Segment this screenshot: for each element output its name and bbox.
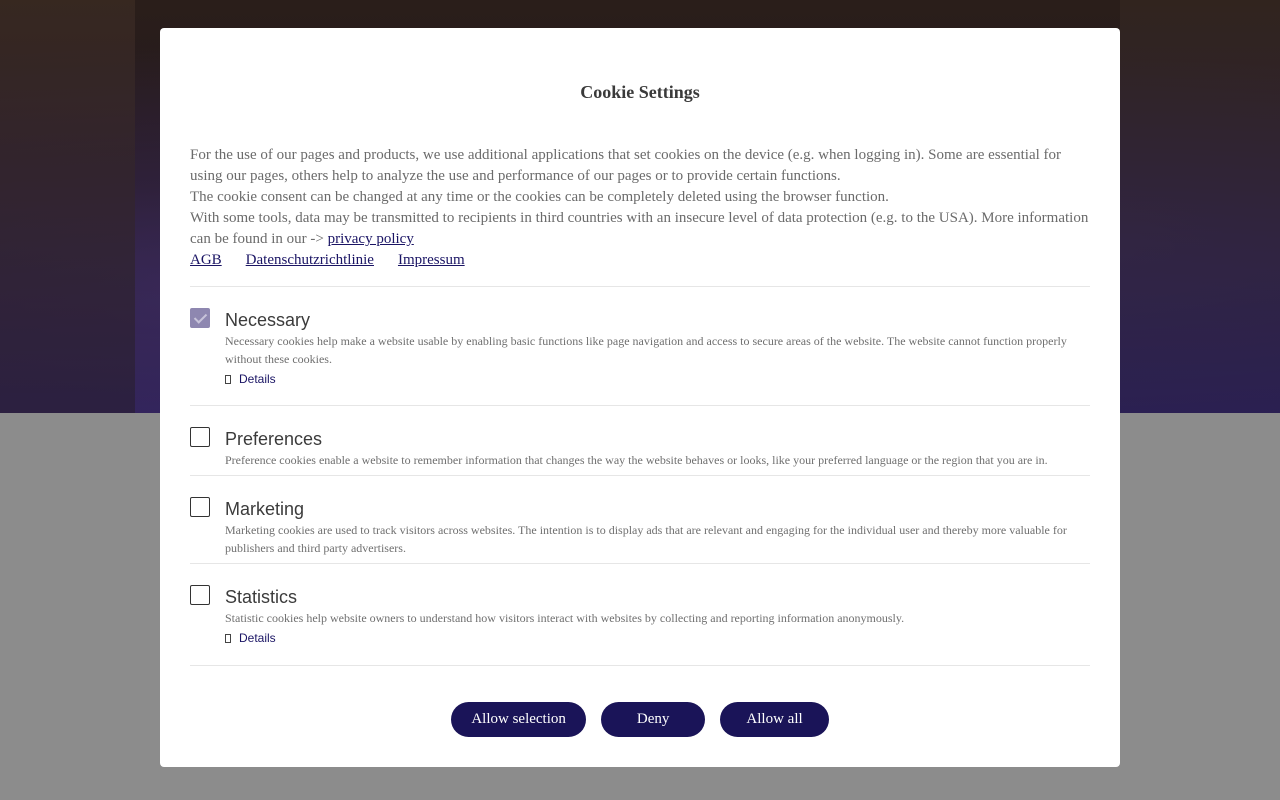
- marketing-checkbox[interactable]: [190, 497, 210, 517]
- section-description: Marketing cookies are used to track visi…: [225, 523, 1067, 555]
- section-title: Marketing: [225, 499, 305, 519]
- section-title: Necessary: [225, 310, 311, 330]
- necessary-checkbox[interactable]: [190, 308, 210, 328]
- section-description: Preference cookies enable a website to r…: [225, 453, 1048, 467]
- section-description: Necessary cookies help make a website us…: [225, 334, 1067, 366]
- button-row: Allow selection Deny Allow all: [160, 702, 1120, 737]
- necessary-details-toggle[interactable]: Details: [225, 372, 1090, 386]
- legal-links: AGB Datenschutzrichtlinie Impressum: [190, 250, 1090, 271]
- divider: [190, 405, 1090, 406]
- intro-paragraph-2: The cookie consent can be changed at any…: [190, 189, 889, 205]
- statistics-details-toggle[interactable]: Details: [225, 631, 1090, 645]
- datenschutz-link[interactable]: Datenschutzrichtlinie: [246, 252, 374, 268]
- intro-paragraph-3-text: With some tools, data may be transmitted…: [190, 210, 1089, 247]
- intro-paragraph-1: For the use of our pages and products, w…: [190, 147, 1062, 184]
- section-statistics: Statistics Statistic cookies help websit…: [190, 585, 1090, 645]
- section-marketing: Marketing Marketing cookies are used to …: [190, 497, 1090, 557]
- details-icon: [225, 633, 231, 643]
- details-label: Details: [239, 372, 276, 386]
- intro-paragraph-3: With some tools, data may be transmitted…: [190, 208, 1090, 250]
- dialog-title: Cookie Settings: [580, 82, 700, 102]
- divider: [190, 665, 1090, 666]
- section-title: Statistics: [225, 587, 298, 607]
- intro-text: For the use of our pages and products, w…: [190, 145, 1090, 250]
- background-shelf-right: [1120, 0, 1280, 413]
- section-description: Statistic cookies help website owners to…: [225, 611, 905, 625]
- statistics-checkbox[interactable]: [190, 585, 210, 605]
- background-shelf-left: [0, 0, 135, 413]
- preferences-checkbox[interactable]: [190, 427, 210, 447]
- impressum-link[interactable]: Impressum: [398, 252, 465, 268]
- divider: [190, 286, 1090, 287]
- cookie-settings-dialog: Cookie Settings For the use of our pages…: [160, 28, 1120, 767]
- section-title: Preferences: [225, 429, 323, 449]
- section-preferences: Preferences Preference cookies enable a …: [190, 427, 1090, 469]
- deny-button[interactable]: Deny: [600, 702, 706, 737]
- divider: [190, 475, 1090, 476]
- divider: [190, 563, 1090, 564]
- privacy-policy-link[interactable]: privacy policy: [328, 231, 414, 247]
- details-label: Details: [239, 631, 276, 645]
- details-icon: [225, 374, 231, 384]
- agb-link[interactable]: AGB: [190, 252, 222, 268]
- allow-selection-button[interactable]: Allow selection: [451, 702, 586, 737]
- section-necessary: Necessary Necessary cookies help make a …: [190, 308, 1090, 386]
- allow-all-button[interactable]: Allow all: [720, 702, 829, 737]
